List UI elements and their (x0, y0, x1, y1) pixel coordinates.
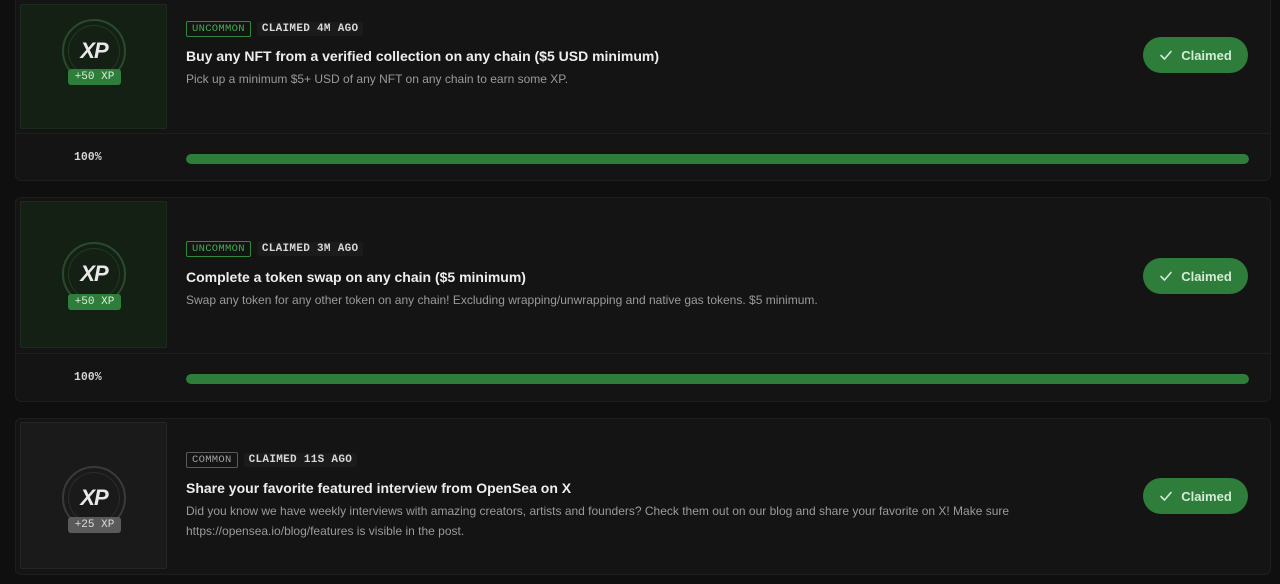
quest-thumbnail: XP +25 XP (20, 422, 167, 569)
xp-reward-badge: +50 XP (68, 294, 121, 310)
claimed-button[interactable]: Claimed (1143, 37, 1248, 73)
progress-bar-fill (186, 154, 1249, 164)
quest-description: Did you know we have weekly interviews w… (186, 504, 1010, 538)
check-icon (1160, 271, 1173, 281)
rarity-badge: UNCOMMON (186, 241, 251, 257)
check-icon (1160, 491, 1173, 501)
xp-reward-badge: +25 XP (68, 517, 121, 533)
progress-percent: 100% (74, 371, 102, 384)
quest-card: XP +25 XP COMMON CLAIMED 11S AGO Share y… (15, 418, 1271, 575)
claimed-button-label: Claimed (1181, 47, 1232, 63)
progress-bar (186, 374, 1249, 384)
xp-logo: XP (80, 485, 108, 510)
quest-thumbnail: XP +50 XP (20, 201, 167, 348)
progress-percent: 100% (74, 151, 102, 164)
rarity-badge: UNCOMMON (186, 21, 251, 37)
quest-card: XP +50 XP UNCOMMON CLAIMED 3M AGO Comple… (15, 197, 1271, 402)
rarity-badge: COMMON (186, 452, 238, 468)
claimed-timestamp: CLAIMED 3M AGO (256, 242, 364, 256)
xp-logo: XP (80, 261, 108, 286)
quest-meta: UNCOMMON CLAIMED 4M AGO (186, 21, 364, 37)
quest-description: Swap any token for any other token on an… (186, 293, 818, 307)
quest-title: Buy any NFT from a verified collection o… (186, 48, 659, 64)
claimed-button[interactable]: Claimed (1143, 258, 1248, 294)
claimed-button-label: Claimed (1181, 488, 1232, 504)
progress-bar (186, 154, 1249, 164)
claimed-timestamp: CLAIMED 4M AGO (256, 22, 364, 36)
quest-list: XP +50 XP UNCOMMON CLAIMED 4M AGO Buy an… (0, 0, 1280, 584)
check-icon (1160, 50, 1173, 60)
xp-reward-badge: +50 XP (68, 69, 121, 85)
quest-title: Complete a token swap on any chain ($5 m… (186, 269, 526, 285)
xp-logo: XP (80, 38, 108, 63)
claimed-timestamp: CLAIMED 11S AGO (243, 453, 358, 467)
progress-bar-fill (186, 374, 1249, 384)
quest-description: Pick up a minimum $5+ USD of any NFT on … (186, 72, 569, 86)
claimed-button-label: Claimed (1181, 268, 1232, 284)
quest-thumbnail: XP +50 XP (20, 4, 167, 129)
quest-meta: UNCOMMON CLAIMED 3M AGO (186, 241, 364, 257)
quest-meta: COMMON CLAIMED 11S AGO (186, 452, 358, 468)
quest-card: XP +50 XP UNCOMMON CLAIMED 4M AGO Buy an… (15, 0, 1271, 181)
progress-row: 100% (16, 134, 1270, 180)
quest-title: Share your favorite featured interview f… (186, 480, 572, 496)
progress-row: 100% (16, 354, 1270, 401)
claimed-button[interactable]: Claimed (1143, 478, 1248, 514)
